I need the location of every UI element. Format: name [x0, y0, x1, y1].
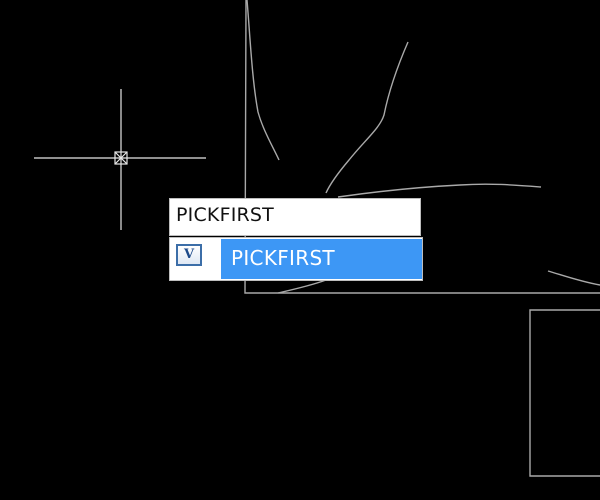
autocomplete-list[interactable]: V PICKFIRST — [169, 237, 423, 281]
dynamic-input-field[interactable]: PICKFIRST — [169, 198, 421, 236]
drawing-canvas[interactable]: PICKFIRST V PICKFIRST — [0, 0, 600, 500]
curve-lower-line[interactable] — [277, 279, 327, 294]
autocomplete-item-highlight[interactable]: PICKFIRST — [221, 239, 422, 279]
autocomplete-item-pickfirst[interactable]: V PICKFIRST — [170, 238, 422, 280]
system-variable-icon: V — [176, 244, 202, 266]
autocomplete-item-label: PICKFIRST — [231, 246, 335, 270]
dynamic-input-value: PICKFIRST — [176, 204, 274, 226]
rectangle-entity[interactable] — [529, 309, 600, 477]
curve-horizontal-line[interactable] — [337, 183, 542, 198]
curve-upper-line[interactable] — [325, 41, 409, 194]
curve-right-line[interactable] — [547, 270, 600, 286]
curve-left-line[interactable] — [246, 0, 280, 161]
